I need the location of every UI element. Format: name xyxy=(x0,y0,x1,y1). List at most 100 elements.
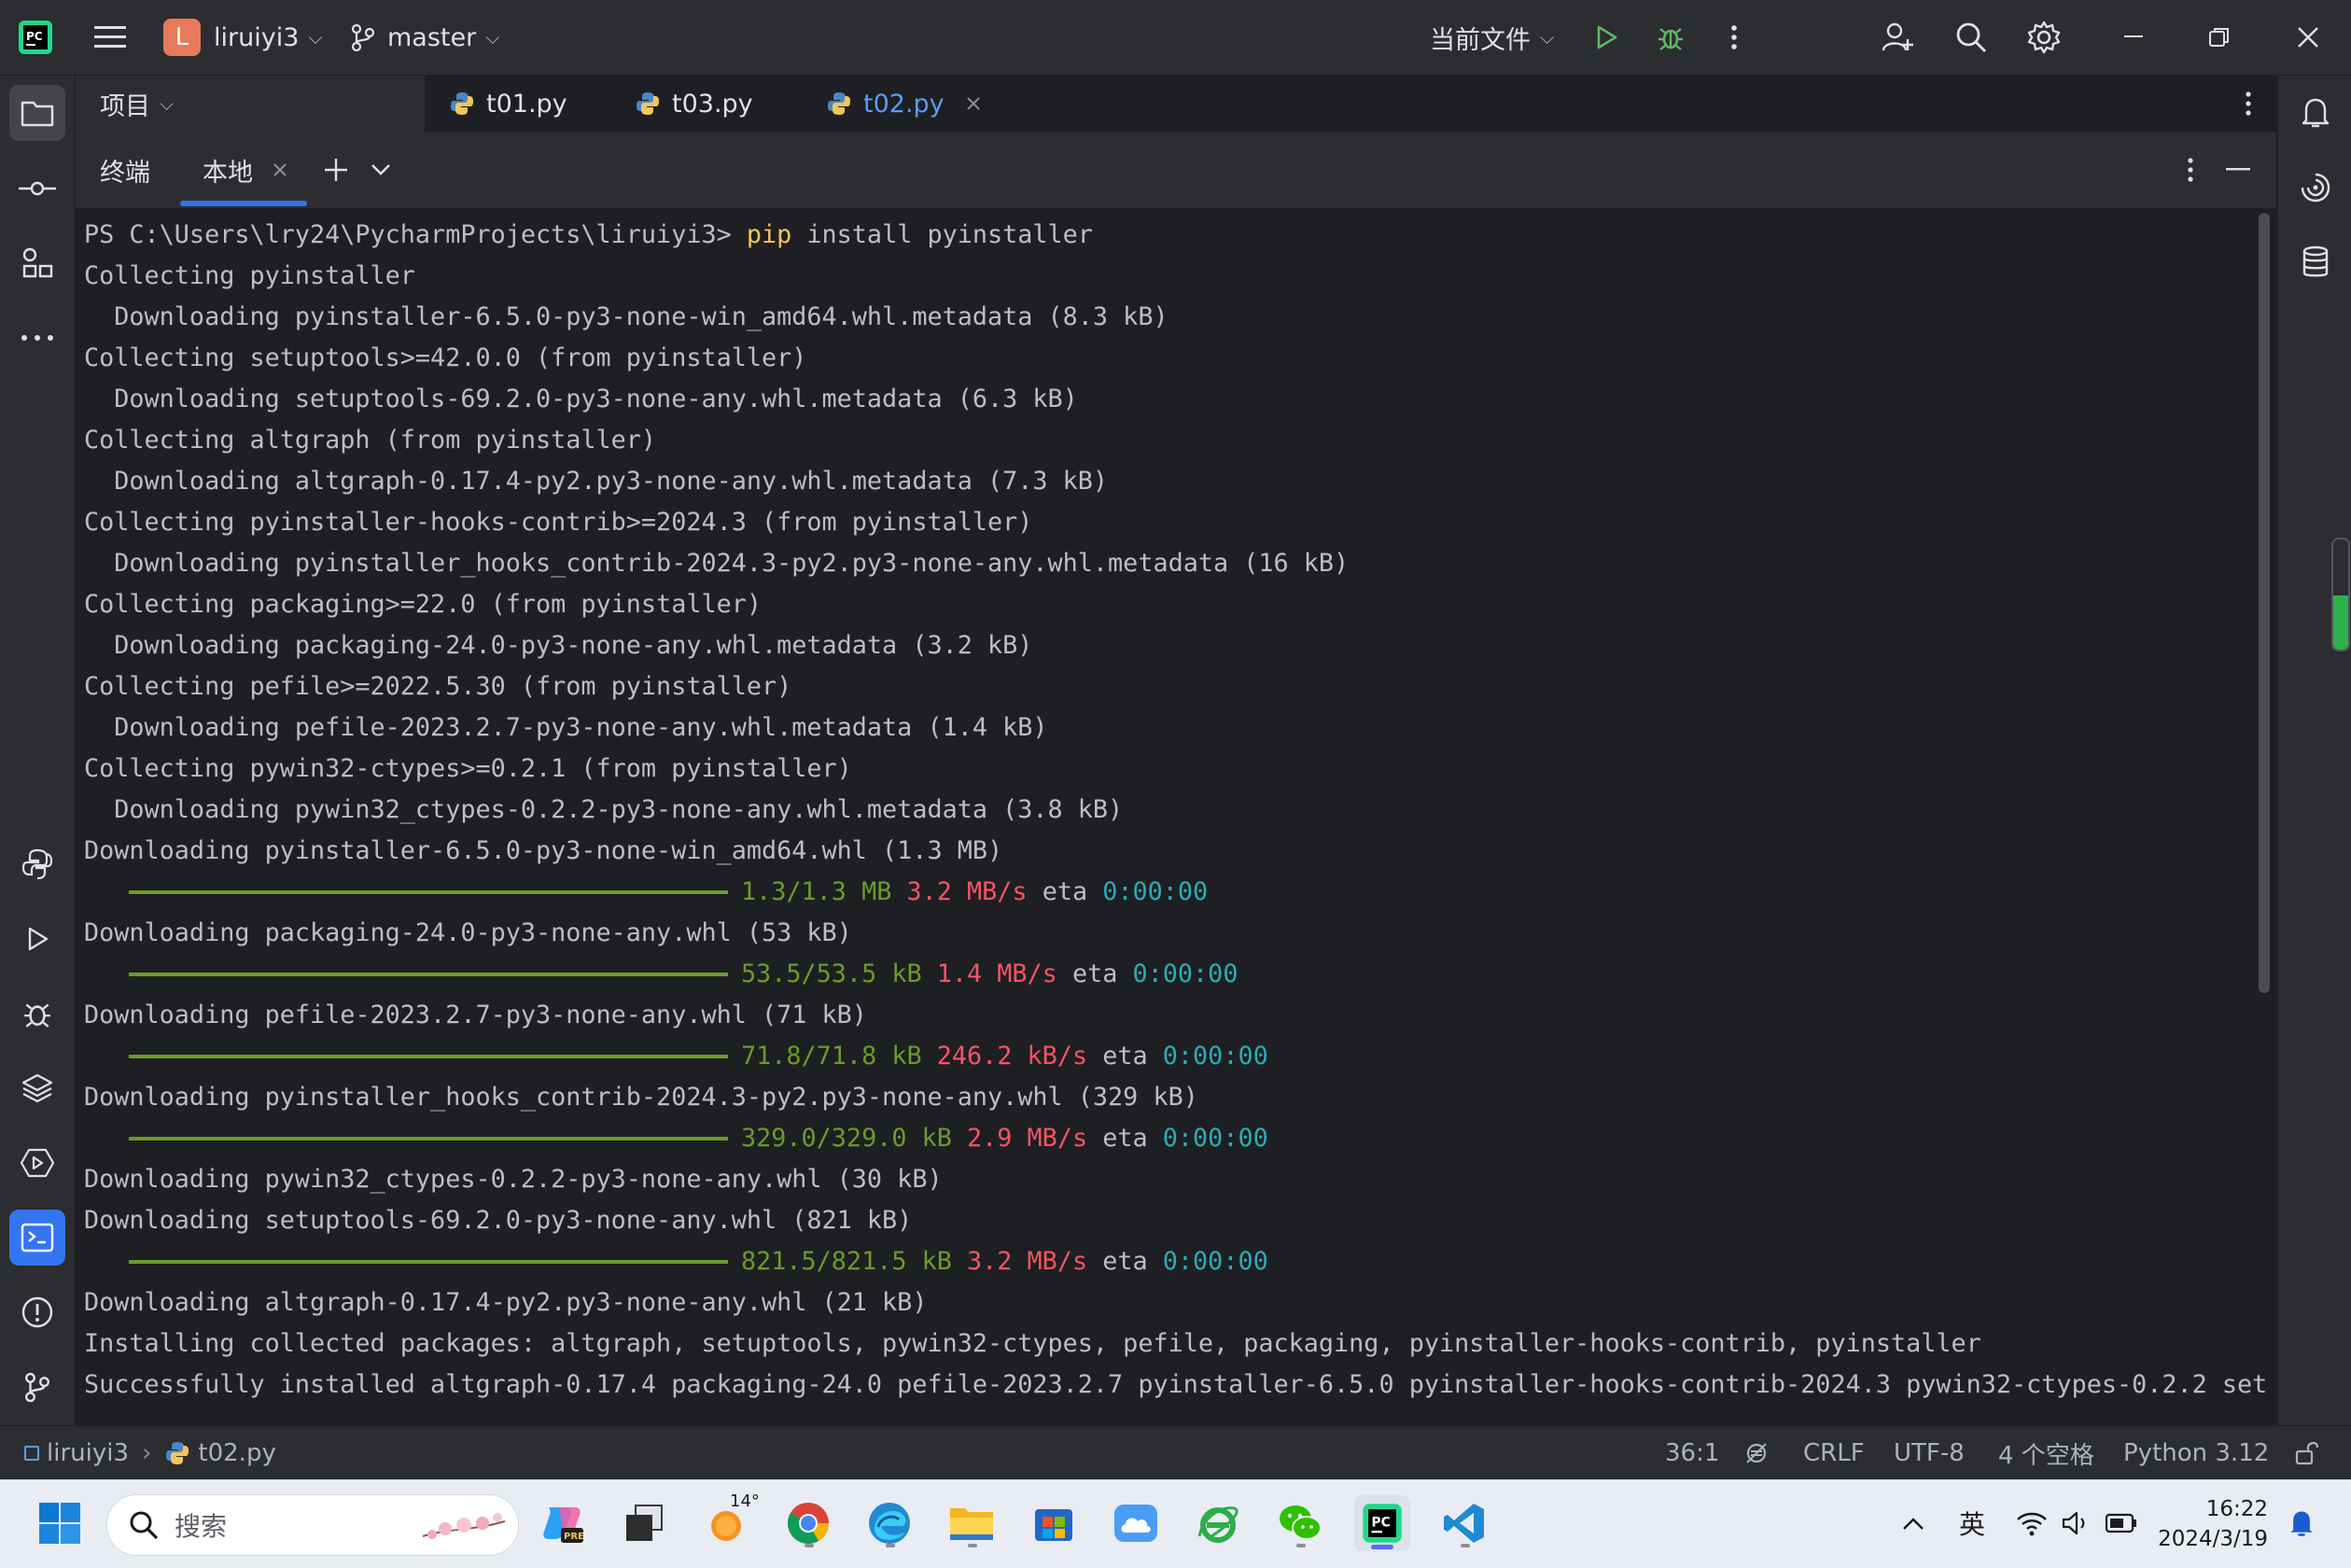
debug-icon[interactable] xyxy=(1648,15,1693,60)
close-tab-icon[interactable] xyxy=(272,161,288,178)
project-switcher[interactable]: L liruiyi3 ⌵ xyxy=(163,0,323,75)
run-icon[interactable] xyxy=(9,911,65,967)
problems-icon[interactable] xyxy=(9,1284,65,1340)
pycharm-taskbar-icon[interactable]: PC xyxy=(1354,1495,1410,1551)
progress-eta-label: eta xyxy=(1102,1247,1148,1276)
tab-local-label: 本地 xyxy=(203,158,253,188)
ie-browser-icon[interactable] xyxy=(1190,1495,1246,1551)
terminal-progress-line: 53.5/53.5 kB 1.4 MB/s eta 0:00:00 xyxy=(741,954,1238,995)
progress-size: 821.5/821.5 kB xyxy=(741,1247,952,1276)
more-vertical-icon[interactable] xyxy=(2230,85,2267,122)
highlighting-icon[interactable] xyxy=(1743,1426,1770,1480)
terminal-progress-line: 1.3/1.3 MB 3.2 MB/s eta 0:00:00 xyxy=(741,872,1208,913)
progress-eta-label: eta xyxy=(1071,959,1118,988)
run-icon[interactable] xyxy=(1584,15,1629,60)
python-console-icon[interactable] xyxy=(9,836,65,892)
terminal-progress-line: 821.5/821.5 kB 3.2 MB/s eta 0:00:00 xyxy=(741,1241,1268,1282)
hide-panel-icon[interactable] xyxy=(2218,150,2259,189)
pycharm-logo-icon[interactable]: PC xyxy=(13,15,58,60)
run-config-selector[interactable]: 当前文件 ⌵ xyxy=(1430,0,1554,75)
close-tab-icon[interactable] xyxy=(965,95,982,112)
wechat-icon[interactable] xyxy=(1272,1495,1328,1551)
add-user-icon[interactable] xyxy=(1875,15,1920,60)
terminal-line: Downloading pyinstaller_hooks_contrib-20… xyxy=(84,1083,1198,1112)
structure-icon[interactable] xyxy=(9,235,65,291)
terminal-scrollbar[interactable] xyxy=(2259,213,2270,993)
progress-speed: 3.2 MB/s xyxy=(967,1247,1088,1276)
caret-position[interactable]: 36:1 xyxy=(1665,1426,1719,1480)
file-encoding[interactable]: UTF-8 xyxy=(1894,1426,1965,1480)
terminal-line: Downloading packaging-24.0-py3-none-any.… xyxy=(84,631,1033,660)
layers-icon[interactable] xyxy=(9,1060,65,1116)
more-icon[interactable] xyxy=(9,310,65,366)
tab-label: t01.py xyxy=(486,89,567,119)
hamburger-menu-icon[interactable] xyxy=(88,15,133,60)
chevron-up-icon[interactable] xyxy=(1885,1495,1941,1551)
terminal-line: Downloading altgraph-0.17.4-py2.py3-none… xyxy=(84,1288,928,1317)
notifications-icon[interactable] xyxy=(2288,85,2344,141)
add-icon[interactable] xyxy=(316,150,356,189)
search-icon[interactable] xyxy=(1949,15,1994,60)
chrome-icon[interactable] xyxy=(780,1495,836,1551)
battery-icon[interactable] xyxy=(2093,1495,2149,1551)
tab-local[interactable]: 本地 xyxy=(203,132,288,208)
services-icon[interactable] xyxy=(9,1135,65,1191)
taskbar-search[interactable]: 搜索 xyxy=(106,1494,519,1556)
progress-speed: 3.2 MB/s xyxy=(906,877,1028,906)
branch-icon xyxy=(351,23,375,51)
terminal-progress-line: 329.0/329.0 kB 2.9 MB/s eta 0:00:00 xyxy=(741,1118,1268,1159)
chevron-down-icon[interactable] xyxy=(361,150,400,189)
cloud-app-icon[interactable] xyxy=(1108,1495,1164,1551)
breadcrumb-project[interactable]: liruiyi3 xyxy=(47,1439,129,1467)
project-badge: L xyxy=(163,19,201,56)
terminal-icon[interactable] xyxy=(9,1210,65,1266)
tab-t01-py[interactable]: t01.py xyxy=(449,76,567,132)
edge-icon[interactable] xyxy=(861,1495,917,1551)
debug-icon[interactable] xyxy=(9,986,65,1042)
database-icon[interactable] xyxy=(2288,234,2344,290)
ai-assistant-icon[interactable] xyxy=(2288,160,2344,216)
breadcrumb-file[interactable]: t02.py xyxy=(198,1439,275,1467)
commit-icon[interactable] xyxy=(9,161,65,217)
progress-eta: 0:00:00 xyxy=(1162,1042,1268,1071)
weather-icon[interactable]: 14° xyxy=(699,1491,763,1551)
copilot-icon[interactable]: PRE xyxy=(534,1495,590,1551)
folder-icon[interactable] xyxy=(9,85,65,141)
git-icon[interactable] xyxy=(9,1359,65,1415)
python-file-icon xyxy=(451,92,473,115)
more-vertical-icon[interactable] xyxy=(1712,15,1756,60)
settings-icon[interactable] xyxy=(2022,15,2066,60)
line-ending[interactable]: CRLF xyxy=(1803,1426,1865,1480)
project-view-selector[interactable]: 项目 ⌵ xyxy=(100,76,174,132)
tab-t03-py[interactable]: t03.py xyxy=(635,76,753,132)
tab-label: t03.py xyxy=(672,89,753,119)
terminal-line: Collecting pyinstaller-hooks-contrib>=20… xyxy=(84,508,1033,537)
file-explorer-icon[interactable] xyxy=(944,1495,1000,1551)
progress-eta-label: eta xyxy=(1042,877,1088,906)
more-vertical-icon[interactable] xyxy=(2172,150,2209,189)
terminal-line: Collecting pyinstaller xyxy=(84,261,415,290)
terminal-output[interactable]: PS C:\Users\lry24\PycharmProjects\liruiy… xyxy=(76,209,2276,1424)
progress-eta: 0:00:00 xyxy=(1162,1247,1268,1276)
ime-indicator[interactable]: 英 xyxy=(1944,1495,2000,1551)
notifications-bell-icon[interactable] xyxy=(2274,1495,2330,1551)
task-view-icon[interactable] xyxy=(616,1495,672,1551)
terminal-line: Downloading pefile-2023.2.7-py3-none-any… xyxy=(84,713,1048,742)
windows-start-icon[interactable] xyxy=(32,1495,88,1551)
python-interpreter[interactable]: Python 3.12 xyxy=(2123,1426,2269,1480)
tab-t02-py[interactable]: t02.py xyxy=(826,76,982,132)
vscode-icon[interactable] xyxy=(1436,1495,1492,1551)
left-tool-strip xyxy=(0,76,76,1427)
memory-indicator[interactable] xyxy=(2331,538,2350,651)
clock[interactable]: 16:22 2024/3/19 xyxy=(2147,1491,2268,1557)
microsoft-store-icon[interactable] xyxy=(1026,1495,1082,1551)
indent-setting[interactable]: 4 个空格 xyxy=(1998,1426,2094,1480)
restore-icon[interactable] xyxy=(2197,15,2242,60)
terminal-line: Downloading pyinstaller-6.5.0-py3-none-w… xyxy=(84,302,1169,331)
progress-eta: 0:00:00 xyxy=(1102,877,1209,906)
terminal-line: Collecting pefile>=2022.5.30 (from pyins… xyxy=(84,672,792,701)
close-icon[interactable] xyxy=(2286,15,2330,60)
branch-switcher[interactable]: master ⌵ xyxy=(350,0,499,75)
lock-icon[interactable] xyxy=(2294,1426,2318,1480)
minimize-icon[interactable] xyxy=(2111,15,2156,60)
